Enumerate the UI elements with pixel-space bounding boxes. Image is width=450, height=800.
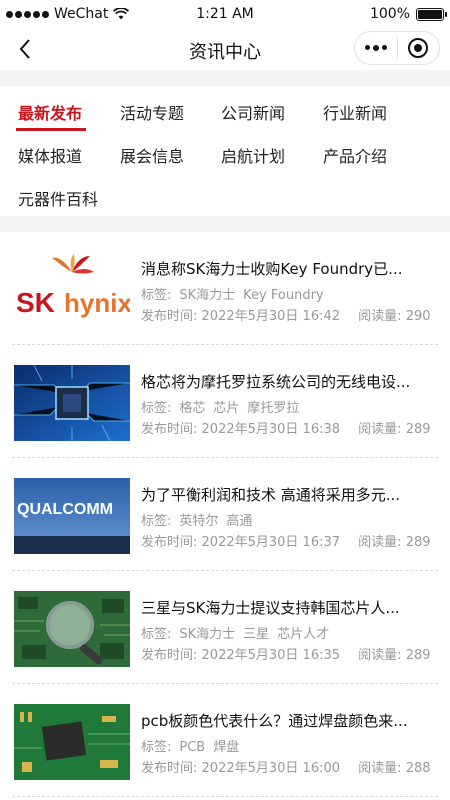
- article-tags: 标签: SK海力士 Key Foundry: [141, 284, 332, 303]
- article-title: pcb板颜色代表什么？通过焊盘颜色来...: [141, 712, 408, 730]
- tag-label: 标签:: [141, 627, 172, 642]
- close-button[interactable]: [398, 32, 440, 64]
- article-list: SK hynix 消息称SK海力士收购Key Foundry已... 标签: SK…: [0, 232, 450, 800]
- tab-launch-plan[interactable]: 启航计划: [221, 143, 285, 167]
- article-tags: 标签: 格芯 芯片 摩托罗拉: [141, 397, 307, 416]
- article-meta: 发布时间: 2022年5月30日 16:00 阅读量: 288: [141, 757, 434, 776]
- article-tags: 标签: 英特尔 高通: [141, 510, 260, 529]
- time-label: 发布时间:: [141, 761, 198, 776]
- tag: 焊盘: [213, 740, 240, 755]
- tab-company-news[interactable]: 公司新闻: [221, 100, 285, 124]
- tag-label: 标签:: [141, 740, 172, 755]
- nav-bar: 资讯中心: [0, 28, 450, 70]
- reads-label: 阅读量:: [358, 422, 402, 437]
- article-item[interactable]: 三星与SK海力士提议支持韩国芯片人... 标签: SK海力士 三星 芯片人才 发布时间…: [12, 571, 438, 684]
- tag: 格芯: [179, 401, 206, 416]
- article-tags: 标签: SK海力士 三星 芯片人才: [141, 623, 337, 642]
- reads-label: 阅读量:: [358, 309, 402, 324]
- article-thumbnail: [14, 704, 130, 780]
- status-right: 100%: [369, 6, 447, 22]
- tab-latest[interactable]: 最新发布: [18, 100, 82, 124]
- battery-percent: 100%: [369, 6, 410, 22]
- article-item[interactable]: SK hynix 消息称SK海力士收购Key Foundry已... 标签: SK…: [12, 232, 438, 345]
- sk-hynix-logo: SK hynix: [16, 254, 130, 318]
- read-count: 288: [405, 761, 431, 776]
- status-bar: WeChat 1:21 AM 100%: [0, 0, 450, 28]
- publish-time: 2022年5月30日 16:38: [201, 422, 341, 437]
- reads-label: 阅读量:: [358, 648, 402, 663]
- tag: SK海力士: [179, 627, 236, 642]
- article-thumbnail: [14, 365, 130, 441]
- tag-label: 标签:: [141, 401, 172, 416]
- tag: 英特尔: [179, 514, 219, 529]
- article-meta: 发布时间: 2022年5月30日 16:37 阅读量: 289: [141, 531, 434, 550]
- more-dots-icon: [364, 45, 387, 51]
- publish-time: 2022年5月30日 16:35: [201, 648, 341, 663]
- tag: 摩托罗拉: [247, 401, 300, 416]
- battery-icon: [416, 7, 447, 21]
- article-thumbnail: [14, 591, 130, 667]
- circuit-chip-image: [14, 365, 130, 441]
- tab-events[interactable]: 活动专题: [120, 100, 184, 124]
- time-label: 发布时间:: [141, 422, 198, 437]
- tab-component-wiki[interactable]: 元器件百科: [18, 186, 98, 210]
- tag: 高通: [226, 514, 253, 529]
- read-count: 289: [405, 535, 431, 550]
- time-label: 发布时间:: [141, 648, 198, 663]
- tag-label: 标签:: [141, 514, 172, 529]
- tab-media[interactable]: 媒体报道: [18, 143, 82, 167]
- read-count: 289: [405, 648, 431, 663]
- magnifier-pcb-image: [14, 591, 130, 667]
- divider: [12, 796, 438, 797]
- read-count: 290: [405, 309, 431, 324]
- time-label: 发布时间:: [141, 535, 198, 550]
- article-item[interactable]: pcb板颜色代表什么？通过焊盘颜色来... 标签: PCB 焊盘 发布时间: 202…: [12, 684, 438, 797]
- svg-text:QUALCOMM: QUALCOMM: [17, 501, 113, 518]
- publish-time: 2022年5月30日 16:37: [201, 535, 341, 550]
- reads-label: 阅读量:: [358, 535, 402, 550]
- time-label: 发布时间:: [141, 309, 198, 324]
- article-tags: 标签: PCB 焊盘: [141, 736, 247, 755]
- svg-text:hynix: hynix: [64, 288, 130, 318]
- active-tab-underline: [16, 128, 86, 131]
- article-title: 三星与SK海力士提议支持韩国芯片人...: [141, 599, 400, 617]
- tab-exhibitions[interactable]: 展会信息: [120, 143, 184, 167]
- tag: SK海力士: [179, 288, 236, 303]
- tag: 芯片人才: [277, 627, 330, 642]
- article-meta: 发布时间: 2022年5月30日 16:35 阅读量: 289: [141, 644, 434, 663]
- tag: 三星: [243, 627, 270, 642]
- article-item[interactable]: QUALCOMM 为了平衡利润和技术 高通将采用多元... 标签: 英特尔 高通 发…: [12, 458, 438, 571]
- article-thumbnail: SK hynix: [14, 252, 130, 328]
- tab-industry-news[interactable]: 行业新闻: [323, 100, 387, 124]
- tag: 芯片: [213, 401, 240, 416]
- article-meta: 发布时间: 2022年5月30日 16:38 阅读量: 289: [141, 418, 434, 437]
- article-thumbnail: QUALCOMM: [14, 478, 130, 554]
- tag: Key Foundry: [243, 288, 324, 303]
- tag: PCB: [179, 740, 206, 755]
- more-button[interactable]: [355, 32, 397, 64]
- category-tabs: 最新发布 活动专题 公司新闻 行业新闻 媒体报道 展会信息 启航计划 产品介绍 …: [0, 86, 450, 216]
- mini-program-capsule: [354, 31, 440, 65]
- read-count: 289: [405, 422, 431, 437]
- article-title: 为了平衡利润和技术 高通将采用多元...: [141, 486, 401, 504]
- tab-products[interactable]: 产品介绍: [323, 143, 387, 167]
- svg-text:SK: SK: [16, 287, 55, 318]
- tag-label: 标签:: [141, 288, 172, 303]
- pcb-board-image: [14, 704, 130, 780]
- publish-time: 2022年5月30日 16:42: [201, 309, 341, 324]
- article-title: 格芯将为摩托罗拉系统公司的无线电设...: [141, 373, 411, 391]
- publish-time: 2022年5月30日 16:00: [201, 761, 341, 776]
- qualcomm-image: QUALCOMM: [14, 478, 130, 554]
- article-meta: 发布时间: 2022年5月30日 16:42 阅读量: 290: [141, 305, 434, 324]
- article-item[interactable]: 格芯将为摩托罗拉系统公司的无线电设... 标签: 格芯 芯片 摩托罗拉 发布时间: 2…: [12, 345, 438, 458]
- article-title: 消息称SK海力士收购Key Foundry已...: [141, 260, 403, 278]
- reads-label: 阅读量:: [358, 761, 402, 776]
- target-circle-icon: [408, 38, 429, 58]
